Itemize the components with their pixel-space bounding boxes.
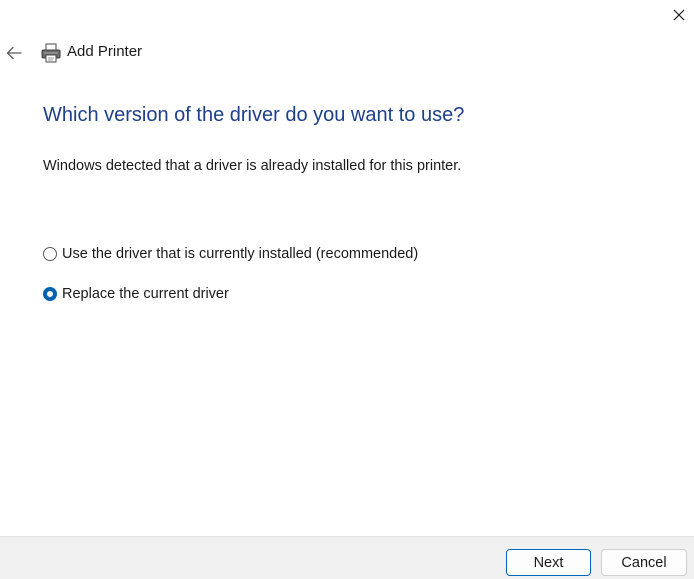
wizard-title: Add Printer (67, 43, 143, 60)
page-heading: Which version of the driver do you want … (43, 104, 465, 126)
use-current-driver-label: Use the driver that is currently install… (62, 246, 419, 262)
use-current-driver-option[interactable]: Use the driver that is currently install… (43, 246, 418, 262)
close-icon (673, 9, 685, 21)
back-button[interactable] (2, 38, 26, 68)
description-text: Windows detected that a driver is alread… (43, 158, 462, 174)
replace-driver-radio[interactable] (43, 287, 57, 301)
replace-driver-option[interactable]: Replace the current driver (43, 286, 229, 302)
wizard-footer: Next Cancel (0, 536, 694, 579)
cancel-button[interactable]: Cancel (601, 549, 687, 576)
close-button[interactable] (664, 0, 694, 30)
use-current-driver-radio[interactable] (43, 247, 57, 261)
add-printer-window: Add Printer Which version of the driver … (0, 0, 694, 579)
printer-icon (41, 43, 61, 63)
back-arrow-icon (6, 46, 22, 60)
replace-driver-label: Replace the current driver (62, 286, 229, 302)
next-button[interactable]: Next (506, 549, 591, 576)
